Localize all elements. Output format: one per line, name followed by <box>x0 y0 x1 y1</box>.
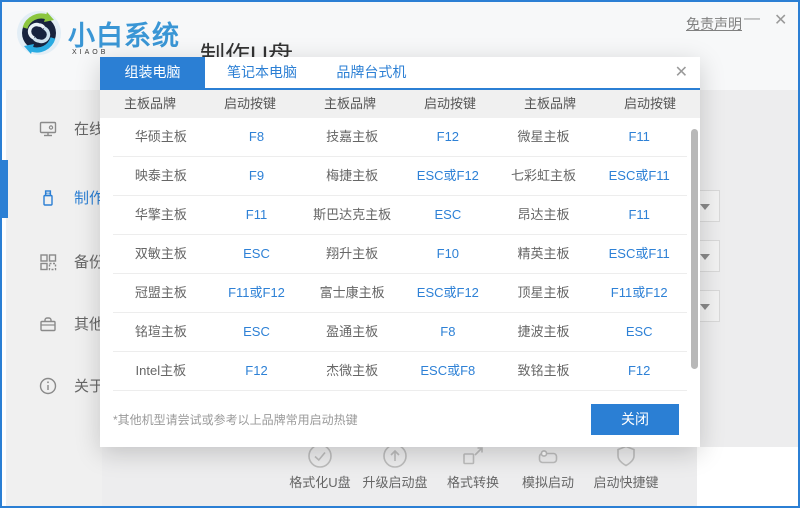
chevron-down-icon <box>700 304 710 310</box>
tool-label: 格式化U盘 <box>289 472 350 491</box>
key-cell: F12 <box>209 352 305 390</box>
key-cell: F11 <box>209 196 305 234</box>
table-body: 华硕主板 F8 技嘉主板 F12 微星主板 F11 映泰主板 F9 梅捷主板 E… <box>100 118 700 391</box>
column-header: 主板品牌 <box>500 90 600 118</box>
info-icon <box>38 376 58 396</box>
brand-cell: Intel主板 <box>113 352 209 390</box>
key-cell: ESC <box>591 313 687 351</box>
tool-label: 升级启动盘 <box>362 472 427 491</box>
key-cell: ESC <box>400 196 496 234</box>
window-close-icon[interactable]: ✕ <box>774 10 787 30</box>
key-cell: ESC或F11 <box>591 157 687 195</box>
brand-cell: 翔升主板 <box>304 235 400 273</box>
minimize-icon[interactable]: — <box>744 10 760 28</box>
table-row: Intel主板 F12 杰微主板 ESC或F8 致铭主板 F12 <box>113 352 687 391</box>
boot-hotkey-dialog: 组装电脑 笔记本电脑 品牌台式机 ✕ 主板品牌 启动按键 主板品牌 启动按键 主… <box>100 57 700 447</box>
brand-cell: 致铭主板 <box>496 352 592 390</box>
sidebar-item-about[interactable]: 关于 <box>38 375 104 396</box>
app-window: 小白系统 XIAOB 制作U盘 免责声明 — ✕ 在线 制作 <box>0 0 800 508</box>
key-cell: F9 <box>209 157 305 195</box>
tab-assembled-pc[interactable]: 组装电脑 <box>100 57 205 88</box>
app-subtitle: XIAOB <box>72 49 108 56</box>
key-cell: F11 <box>591 196 687 234</box>
usb-icon <box>38 188 58 208</box>
sidebar-item-make-usb[interactable]: 制作 <box>38 187 104 208</box>
dialog-scrollbar[interactable] <box>691 129 698 369</box>
brand-cell: 顶星主板 <box>496 274 592 312</box>
brand-cell: 昂达主板 <box>496 196 592 234</box>
chevron-down-icon <box>700 204 710 210</box>
briefcase-icon <box>38 314 58 334</box>
tab-laptop[interactable]: 笔记本电脑 <box>209 57 314 88</box>
brand-cell: 杰微主板 <box>304 352 400 390</box>
app-logo-icon <box>16 10 62 56</box>
table-row: 双敏主板 ESC 翔升主板 F10 精英主板 ESC或F11 <box>113 235 687 274</box>
brand-cell: 华擎主板 <box>113 196 209 234</box>
key-cell: F12 <box>591 352 687 390</box>
footer-note: *其他机型请尝试或参考以上品牌常用启动热键 <box>113 411 358 428</box>
key-cell: ESC或F11 <box>591 235 687 273</box>
table-header-row: 主板品牌 启动按键 主板品牌 启动按键 主板品牌 启动按键 <box>100 90 700 118</box>
brand-cell: 铭瑄主板 <box>113 313 209 351</box>
tool-label: 启动快捷键 <box>593 472 658 491</box>
brand-cell: 映泰主板 <box>113 157 209 195</box>
column-header: 主板品牌 <box>100 90 200 118</box>
key-cell: F12 <box>400 118 496 156</box>
disclaimer-link[interactable]: 免责声明 <box>686 14 742 34</box>
table-row: 冠盟主板 F11或F12 富士康主板 ESC或F12 顶星主板 F11或F12 <box>113 274 687 313</box>
brand-cell: 斯巴达克主板 <box>304 196 400 234</box>
key-cell: ESC或F8 <box>400 352 496 390</box>
brand-cell: 捷波主板 <box>496 313 592 351</box>
key-cell: ESC或F12 <box>400 274 496 312</box>
brand-cell: 七彩虹主板 <box>496 157 592 195</box>
sidebar-item-backup[interactable]: 备份 <box>38 251 104 272</box>
chevron-down-icon <box>700 254 710 260</box>
dialog-tabbar: 组装电脑 笔记本电脑 品牌台式机 ✕ <box>100 57 700 90</box>
column-header: 启动按键 <box>400 90 500 118</box>
column-header: 主板品牌 <box>300 90 400 118</box>
column-header: 启动按键 <box>600 90 700 118</box>
brand-cell: 富士康主板 <box>304 274 400 312</box>
brand-cell: 技嘉主板 <box>304 118 400 156</box>
column-header: 启动按键 <box>200 90 300 118</box>
table-row: 铭瑄主板 ESC 盈通主板 F8 捷波主板 ESC <box>113 313 687 352</box>
content-corner-panel <box>697 447 798 506</box>
brand-cell: 微星主板 <box>496 118 592 156</box>
sidebar-item-other[interactable]: 其他 <box>38 313 104 334</box>
close-button[interactable]: 关闭 <box>591 404 679 435</box>
app-name: 小白系统 <box>68 14 180 53</box>
tool-boot-hotkey[interactable]: 启动快捷键 <box>576 443 676 491</box>
key-cell: ESC <box>209 313 305 351</box>
brand-cell: 华硕主板 <box>113 118 209 156</box>
grid-icon <box>38 252 58 272</box>
brand-cell: 精英主板 <box>496 235 592 273</box>
key-cell: F10 <box>400 235 496 273</box>
sidebar-item-online[interactable]: 在线 <box>38 118 104 139</box>
key-cell: F11或F12 <box>209 274 305 312</box>
key-cell: ESC <box>209 235 305 273</box>
dialog-close-icon[interactable]: ✕ <box>675 62 688 82</box>
table-row: 华擎主板 F11 斯巴达克主板 ESC 昂达主板 F11 <box>113 196 687 235</box>
monitor-icon <box>38 119 58 139</box>
brand-cell: 梅捷主板 <box>304 157 400 195</box>
brand-cell: 盈通主板 <box>304 313 400 351</box>
tool-label: 模拟启动 <box>522 472 574 491</box>
key-cell: ESC或F12 <box>400 157 496 195</box>
brand-cell: 冠盟主板 <box>113 274 209 312</box>
sidebar-active-indicator <box>2 160 8 218</box>
table-row: 华硕主板 F8 技嘉主板 F12 微星主板 F11 <box>113 118 687 157</box>
dialog-footer: *其他机型请尝试或参考以上品牌常用启动热键 关闭 <box>100 391 700 447</box>
key-cell: F11或F12 <box>591 274 687 312</box>
key-cell: F8 <box>209 118 305 156</box>
key-cell: F11 <box>591 118 687 156</box>
tab-brand-desktop[interactable]: 品牌台式机 <box>319 57 424 88</box>
brand-cell: 双敏主板 <box>113 235 209 273</box>
key-cell: F8 <box>400 313 496 351</box>
table-row: 映泰主板 F9 梅捷主板 ESC或F12 七彩虹主板 ESC或F11 <box>113 157 687 196</box>
tool-label: 格式转换 <box>447 472 499 491</box>
sidebar <box>6 90 102 506</box>
